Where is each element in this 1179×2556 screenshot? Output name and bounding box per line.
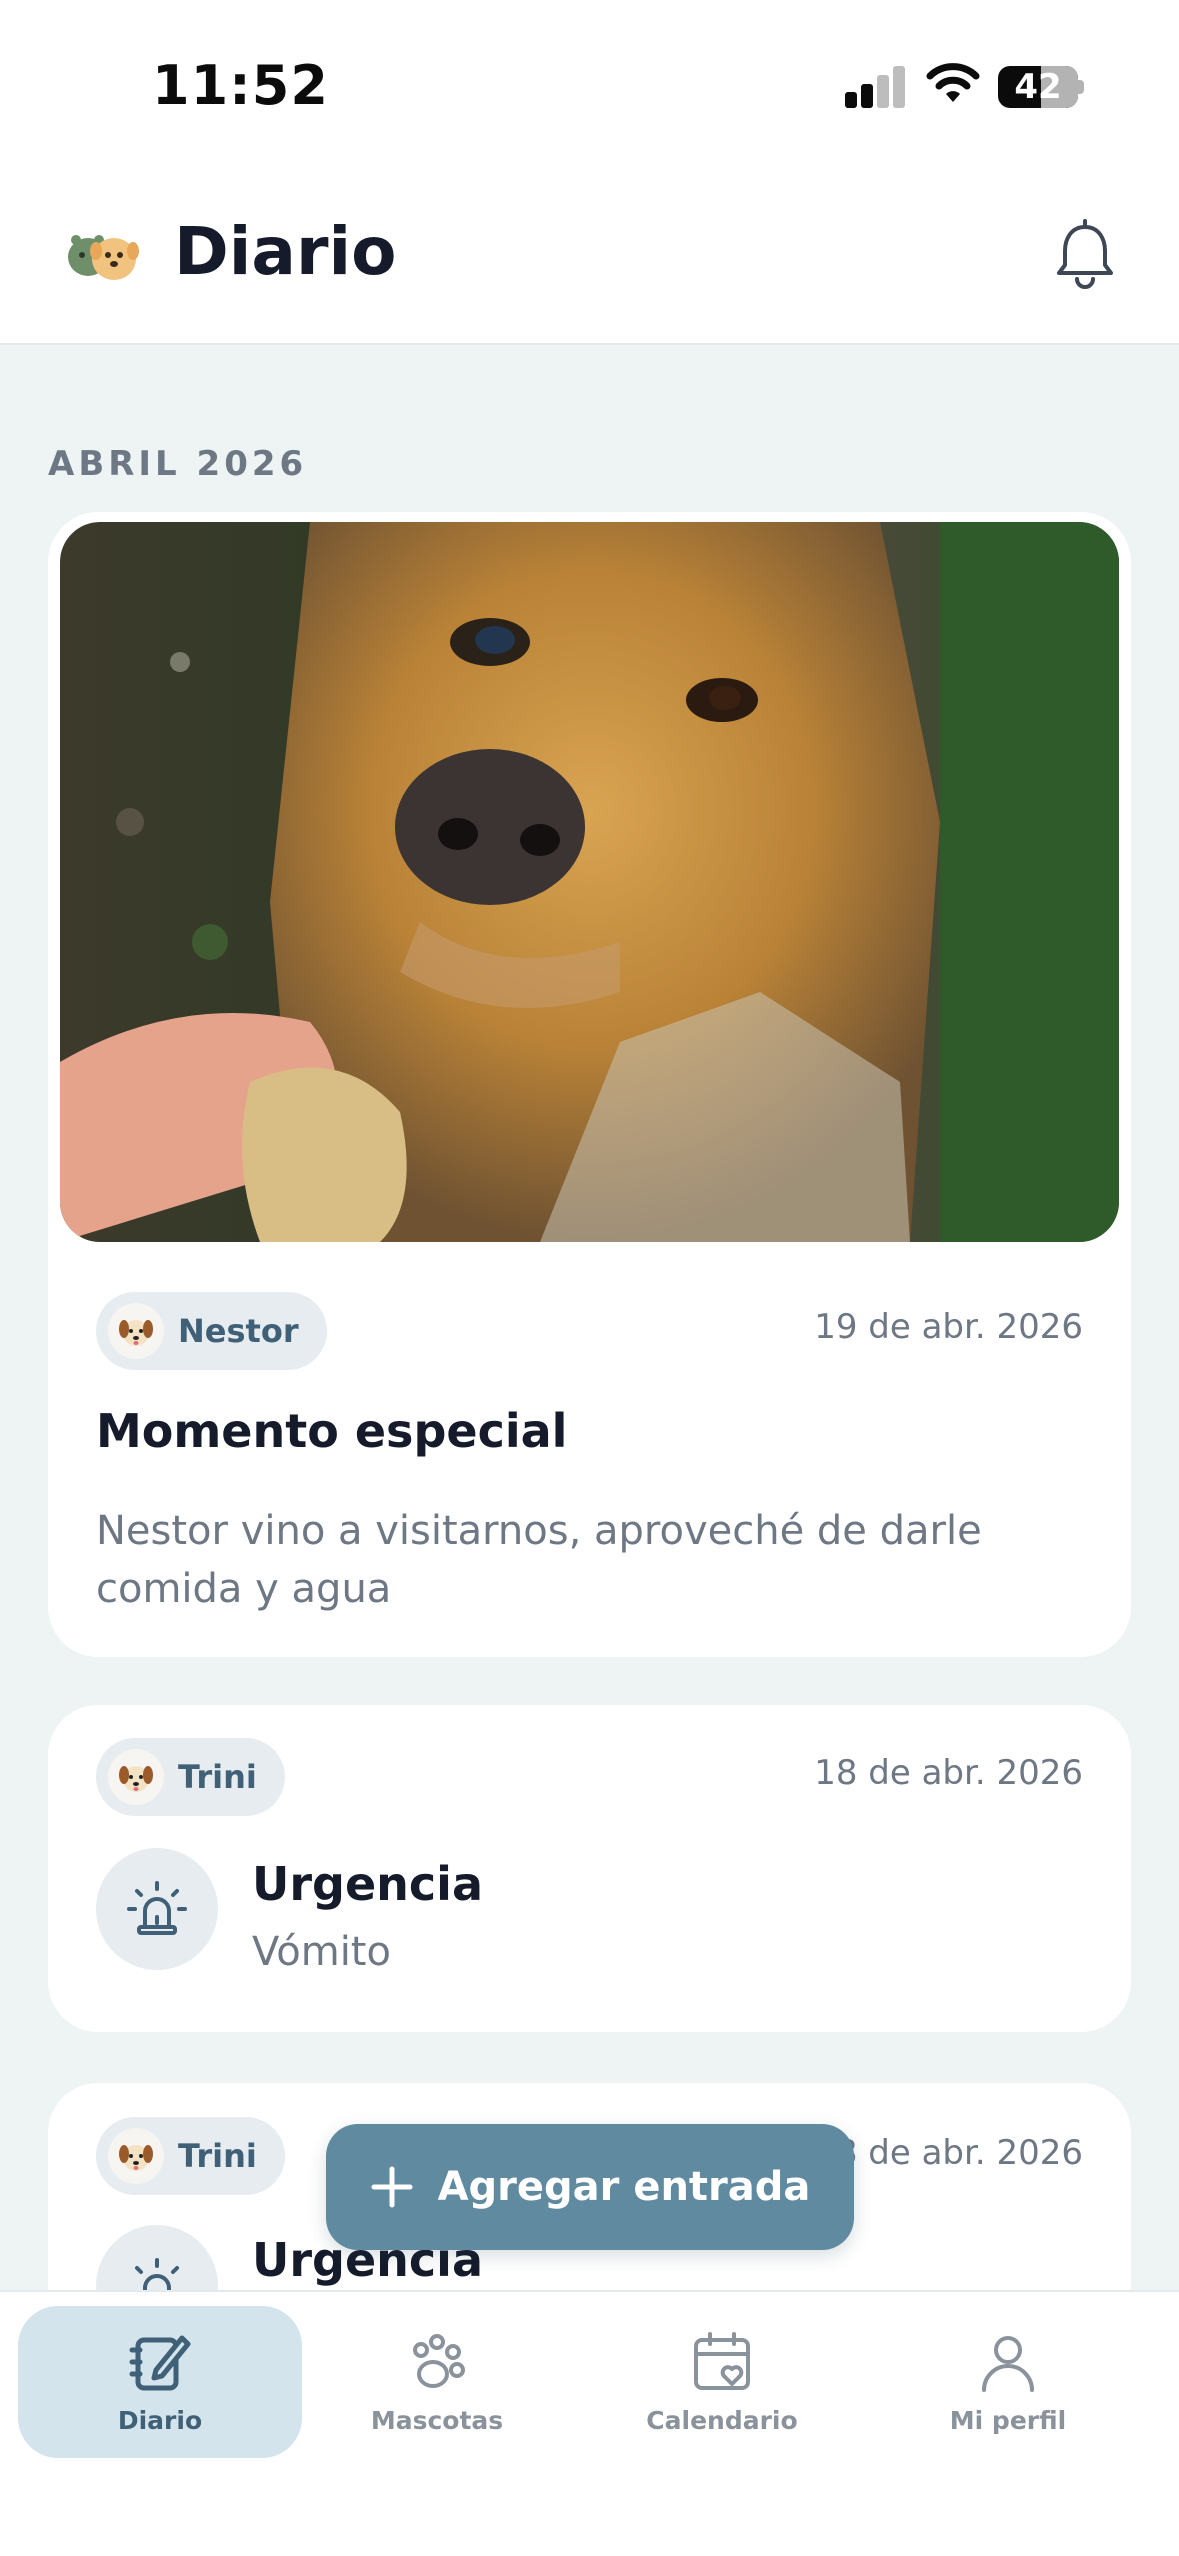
plus-icon bbox=[371, 2166, 413, 2208]
entry-description: Nestor vino a visitarnos, aproveché de d… bbox=[96, 1508, 982, 1612]
bottom-tab-bar: Diario Mascotas Calendario Mi perfil bbox=[0, 2290, 1179, 2556]
pet-avatar bbox=[108, 2128, 164, 2184]
status-time: 11:52 bbox=[152, 54, 329, 117]
status-bar: 11:52 42 bbox=[0, 0, 1179, 175]
add-entry-label: Agregar entrada bbox=[437, 2164, 811, 2210]
pet-chip[interactable]: Trini bbox=[96, 2117, 285, 2195]
month-section-label: ABRIL 2026 bbox=[48, 444, 308, 484]
pet-name: Nestor bbox=[178, 1312, 299, 1350]
journal-entry-card[interactable]: Trini 18 de abr. 2026 Urgencia Vómito bbox=[48, 1705, 1131, 2032]
tab-mascotas[interactable]: Mascotas bbox=[295, 2306, 579, 2458]
entry-date: 18 de abr. 2026 bbox=[814, 1753, 1083, 1793]
pets-logo-icon bbox=[68, 235, 139, 280]
pet-name: Trini bbox=[178, 2137, 257, 2175]
dog-face-icon bbox=[119, 1766, 153, 1792]
tab-label: Calendario bbox=[646, 2406, 798, 2435]
entry-date: 18 de abr. 2026 bbox=[814, 2133, 1083, 2173]
entry-title: Momento especial bbox=[96, 1404, 568, 1458]
entry-type-badge bbox=[96, 1848, 218, 1970]
tab-label: Mi perfil bbox=[949, 2406, 1067, 2435]
tab-label: Mascotas bbox=[370, 2406, 504, 2435]
pet-avatar bbox=[108, 1749, 164, 1805]
calendar-heart-icon bbox=[694, 2332, 750, 2390]
battery-level: 42 bbox=[1014, 67, 1062, 107]
pet-name: Trini bbox=[178, 1758, 257, 1796]
tab-diario[interactable]: Diario bbox=[18, 2306, 302, 2458]
journal-icon bbox=[129, 2335, 191, 2391]
tab-mi-perfil[interactable]: Mi perfil bbox=[866, 2306, 1150, 2458]
entry-photo bbox=[60, 522, 1119, 1242]
user-icon bbox=[982, 2336, 1034, 2392]
wifi-icon bbox=[926, 63, 980, 102]
siren-icon bbox=[127, 1881, 187, 1935]
app-header: Diario bbox=[0, 175, 1179, 345]
page-title: Diario bbox=[174, 213, 397, 290]
tab-calendario[interactable]: Calendario bbox=[580, 2306, 864, 2458]
journal-entry-card[interactable]: Nestor 19 de abr. 2026 Momento especial … bbox=[48, 512, 1131, 1657]
battery-cap bbox=[1078, 80, 1084, 94]
entry-subtitle: Vómito bbox=[252, 1929, 391, 1975]
pet-chip[interactable]: Nestor bbox=[96, 1292, 327, 1370]
bell-icon[interactable] bbox=[1053, 219, 1117, 291]
entry-title: Urgencia bbox=[252, 1857, 483, 1911]
add-entry-button[interactable]: Agregar entrada bbox=[326, 2124, 854, 2250]
tab-label: Diario bbox=[117, 2406, 203, 2435]
cellular-signal-icon bbox=[845, 66, 907, 108]
paw-icon bbox=[413, 2334, 465, 2388]
dog-face-icon bbox=[119, 2145, 153, 2171]
battery-icon: 42 bbox=[998, 66, 1078, 108]
pet-avatar bbox=[108, 1303, 164, 1359]
entry-date: 19 de abr. 2026 bbox=[814, 1307, 1083, 1347]
dog-face-icon bbox=[119, 1320, 153, 1346]
pet-chip[interactable]: Trini bbox=[96, 1738, 285, 1816]
